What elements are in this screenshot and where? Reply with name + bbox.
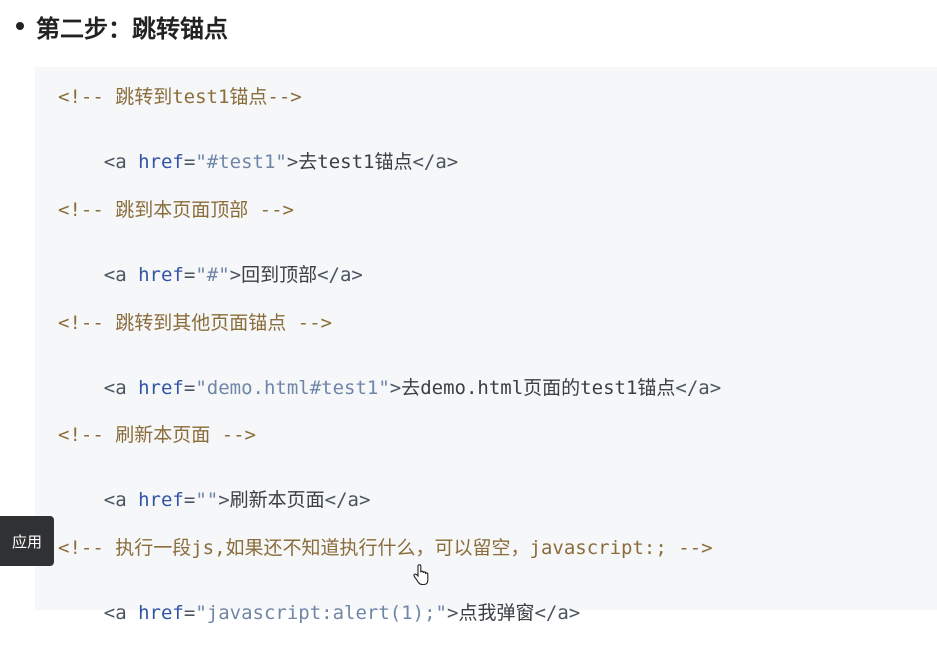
attr-name: href (138, 602, 184, 624)
attr-equals: = (183, 377, 196, 399)
code-anchor-line: <a href="javascript:alert(1);">点我弹窗</a> (58, 571, 580, 655)
code-anchor-line: <a href="">刷新本页面</a> (58, 458, 371, 542)
attr-name: href (138, 489, 184, 511)
attr-value: "javascript:alert(1);" (195, 602, 447, 624)
attr-name: href (138, 377, 184, 399)
tag-close: > (389, 377, 402, 399)
link-text: 去demo.html页面的test1锚点 (401, 377, 676, 399)
tag-close: > (218, 489, 230, 511)
attr-name: href (138, 151, 184, 173)
tooltip-label: 应用 (11, 532, 42, 551)
code-anchor-line: <a href="demo.html#test1">去demo.html页面的t… (58, 346, 721, 430)
attr-value: "#" (195, 264, 230, 286)
link-text: 回到顶部 (241, 264, 318, 286)
tag-open: <a (103, 151, 139, 173)
code-comment-line: <!-- 跳转到其他页面锚点 --> (58, 312, 332, 334)
code-anchor-line: <a href="#test1">去test1锚点</a> (58, 120, 458, 204)
attr-value: "#test1" (195, 151, 287, 173)
code-comment-line: <!-- 执行一段js,如果还不知道执行什么，可以留空，javascript:;… (58, 537, 713, 559)
tag-end: </a> (534, 602, 581, 624)
attr-value: "" (195, 489, 219, 511)
tag-open: <a (103, 602, 139, 624)
tag-end: </a> (675, 377, 722, 399)
hand-pointer-icon (412, 564, 430, 586)
attr-name: href (138, 264, 184, 286)
tag-end: </a> (324, 489, 371, 511)
bullet-dot-icon (16, 22, 24, 30)
tag-close: > (286, 151, 299, 173)
tag-end: </a> (317, 264, 363, 286)
tag-close: > (446, 602, 459, 624)
code-comment-line: <!-- 跳转到test1锚点--> (58, 86, 302, 108)
tag-end: </a> (412, 151, 459, 173)
section-heading: 第二步：跳转锚点 (12, 6, 228, 46)
attr-value: "demo.html#test1" (195, 377, 390, 399)
attr-equals: = (183, 151, 196, 173)
attr-equals: = (183, 264, 196, 286)
link-text: 点我弹窗 (458, 602, 535, 624)
tag-open: <a (103, 264, 139, 286)
code-comment-line: <!-- 刷新本页面 --> (58, 424, 256, 446)
link-text: 去test1锚点 (298, 151, 413, 173)
tag-open: <a (103, 377, 139, 399)
attr-equals: = (183, 489, 196, 511)
heading-text: 第二步：跳转锚点 (36, 14, 228, 43)
attr-equals: = (183, 602, 196, 624)
tag-close: > (229, 264, 242, 286)
code-block: <!-- 跳转到test1锚点--> <a href="#test1">去tes… (35, 67, 937, 624)
link-text: 刷新本页面 (229, 489, 325, 511)
code-anchor-line: <a href="#">回到顶部</a> (58, 233, 363, 317)
code-comment-line: <!-- 跳到本页面顶部 --> (58, 199, 294, 221)
apply-tooltip[interactable]: 应用 (0, 516, 54, 566)
tag-open: <a (103, 489, 139, 511)
